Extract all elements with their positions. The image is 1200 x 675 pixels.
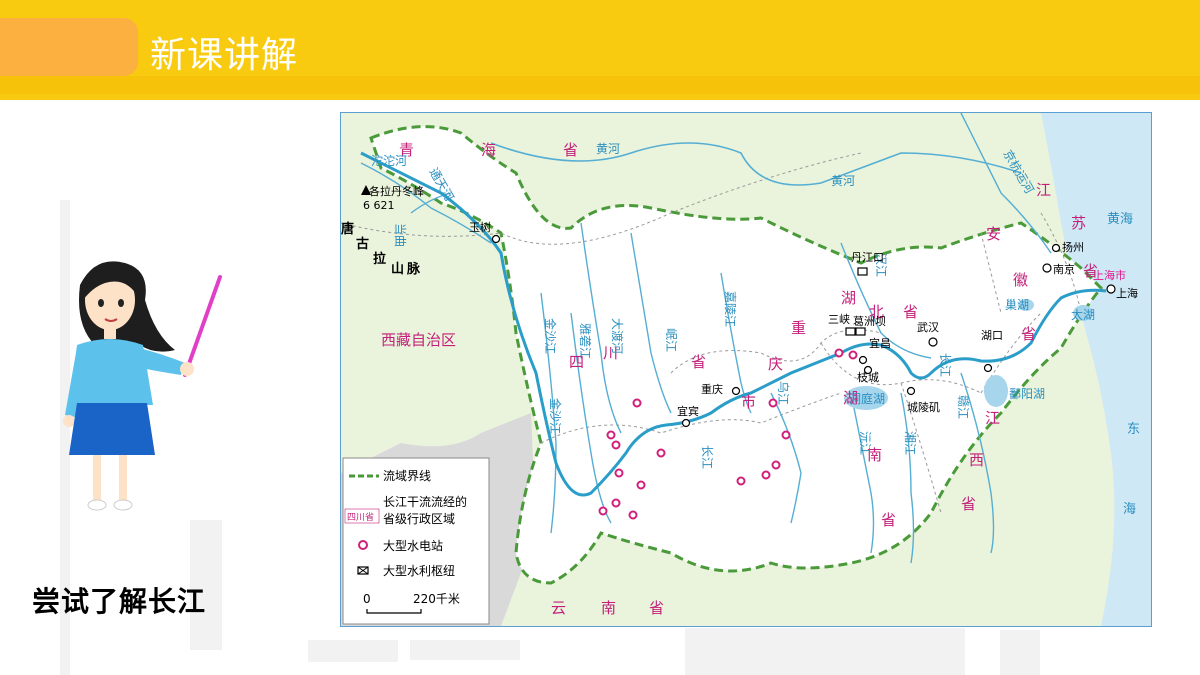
label-chaohu: 巢湖 bbox=[1005, 297, 1029, 312]
label-nanjing: 南京 bbox=[1053, 262, 1075, 276]
header-tab bbox=[0, 18, 138, 76]
poyang-lake bbox=[984, 375, 1008, 407]
legend-scale-label: 220千米 bbox=[413, 592, 460, 606]
page-title: 新课讲解 bbox=[150, 35, 299, 76]
legend-province-desc-1: 长江干流流经的 bbox=[383, 494, 467, 509]
label-qinghai-2: 海 bbox=[481, 141, 496, 159]
label-changjiang-2: 长江 bbox=[938, 353, 952, 377]
label-yangzhou: 扬州 bbox=[1062, 240, 1084, 254]
label-jiangxi-3: 省 bbox=[961, 495, 976, 513]
label-east-sea-2: 海 bbox=[1123, 502, 1136, 517]
label-east-sea-1: 东 bbox=[1127, 422, 1140, 437]
label-dongting: 洞庭湖 bbox=[849, 391, 885, 406]
label-tanggula-5: 脉 bbox=[406, 261, 421, 277]
label-yuanjiang: 沅江 bbox=[858, 431, 872, 455]
label-dadu: 大渡河 bbox=[610, 318, 625, 354]
label-tibet: 西藏自治区 bbox=[381, 331, 456, 349]
label-jinsha-2: 金沙江 bbox=[548, 398, 563, 434]
background-block bbox=[1000, 630, 1040, 675]
label-wujiang: 乌江 bbox=[776, 381, 791, 405]
label-huanghe-2: 黄河 bbox=[831, 174, 855, 188]
legend-scale-zero: 0 bbox=[363, 592, 371, 606]
label-yunnan-2: 南 bbox=[601, 599, 616, 617]
label-yunnan-1: 云 bbox=[551, 599, 566, 617]
label-zhicheng: 枝城 bbox=[857, 370, 879, 384]
label-yibin: 宜宾 bbox=[677, 404, 699, 418]
label-sanxia: 三峡 bbox=[828, 312, 850, 326]
label-chongqing-1: 重 bbox=[791, 319, 806, 337]
label-minjiang: 岷江 bbox=[664, 328, 679, 352]
label-chenglingji: 城陵矶 bbox=[907, 401, 940, 414]
label-peak-elevation: 6 621 bbox=[363, 199, 395, 212]
label-jiangxi-2: 西 bbox=[969, 451, 984, 469]
legend-province-sample: 四川省 bbox=[347, 511, 374, 523]
label-tuotuo: 沱沱河 bbox=[371, 153, 407, 168]
legend-hub: 大型水利枢纽 bbox=[383, 563, 455, 578]
label-qinghai-3: 省 bbox=[563, 141, 578, 159]
label-yunnan-3: 省 bbox=[649, 599, 664, 617]
label-jiangsu-2: 苏 bbox=[1071, 214, 1086, 232]
label-jialing: 嘉陵江 bbox=[723, 291, 737, 327]
label-yellow-sea: 黄海 bbox=[1107, 212, 1133, 227]
label-sichuan-3: 省 bbox=[691, 353, 706, 371]
legend-boundary: 流域界线 bbox=[383, 469, 431, 483]
header-strip bbox=[0, 76, 1200, 94]
label-shanghai-city: 上海 bbox=[1116, 286, 1138, 300]
label-chongqing-2: 庆 bbox=[768, 355, 783, 373]
legend-province-desc-2: 省级行政区域 bbox=[383, 512, 455, 526]
label-chongqing-3: 市 bbox=[741, 393, 756, 411]
legend-hydro: 大型水电站 bbox=[383, 539, 443, 553]
label-tanggula-1: 唐 bbox=[341, 221, 354, 237]
label-anhui-3: 省 bbox=[1021, 325, 1036, 343]
label-hunan-3: 省 bbox=[881, 511, 896, 529]
teacher-illustration bbox=[63, 261, 222, 511]
label-ganjiang: 赣江 bbox=[956, 395, 970, 419]
label-jiangxi-1: 江 bbox=[985, 409, 1000, 427]
label-anhui-2: 徽 bbox=[1013, 271, 1028, 289]
label-yalong: 雅砻江 bbox=[578, 323, 593, 359]
label-danjiangkou: 丹江口 bbox=[851, 251, 884, 264]
label-chongqing: 重庆 bbox=[701, 382, 723, 396]
label-jinsha: 金沙江 bbox=[543, 318, 558, 354]
label-anhui-1: 安 bbox=[986, 225, 1001, 243]
label-gezhouba: 葛洲坝 bbox=[853, 314, 886, 328]
background-block bbox=[308, 640, 398, 662]
label-huanghe-1: 黄河 bbox=[596, 142, 620, 156]
label-tanggula-4: 山 bbox=[391, 261, 404, 277]
label-hukou: 湖口 bbox=[981, 329, 1003, 342]
label-hubei-3: 省 bbox=[903, 303, 918, 321]
label-tanggula-3: 拉 bbox=[373, 251, 386, 267]
label-dangqu: 当曲 bbox=[393, 223, 407, 247]
subtitle: 尝试了解长江 bbox=[32, 585, 207, 618]
background-block bbox=[685, 628, 965, 675]
label-peak: 各拉丹冬峰 bbox=[369, 184, 424, 198]
label-wuhan: 武汉 bbox=[917, 321, 939, 334]
label-taihu: 太湖 bbox=[1071, 307, 1095, 322]
label-yichang: 宜昌 bbox=[869, 336, 891, 350]
label-shanghai: 上海市 bbox=[1093, 268, 1126, 282]
label-jiangsu-1: 江 bbox=[1036, 181, 1051, 199]
yangtze-map: 青 海 省 西藏自治区 四 川 省 重 庆 市 湖 北 省 湖 南 省 江 西 … bbox=[340, 112, 1152, 627]
label-hubei-1: 湖 bbox=[841, 289, 856, 307]
label-tanggula-2: 古 bbox=[356, 236, 369, 252]
label-yushu: 玉树 bbox=[469, 220, 491, 234]
label-xiangjiang: 湘江 bbox=[903, 431, 918, 455]
label-changjiang: 长江 bbox=[700, 445, 714, 469]
label-poyang: 鄱阳湖 bbox=[1009, 386, 1045, 401]
background-block bbox=[410, 640, 520, 660]
map-legend: 流域界线 四川省 长江干流流经的 省级行政区域 大型水电站 大型水利枢纽 0 2… bbox=[342, 457, 490, 625]
